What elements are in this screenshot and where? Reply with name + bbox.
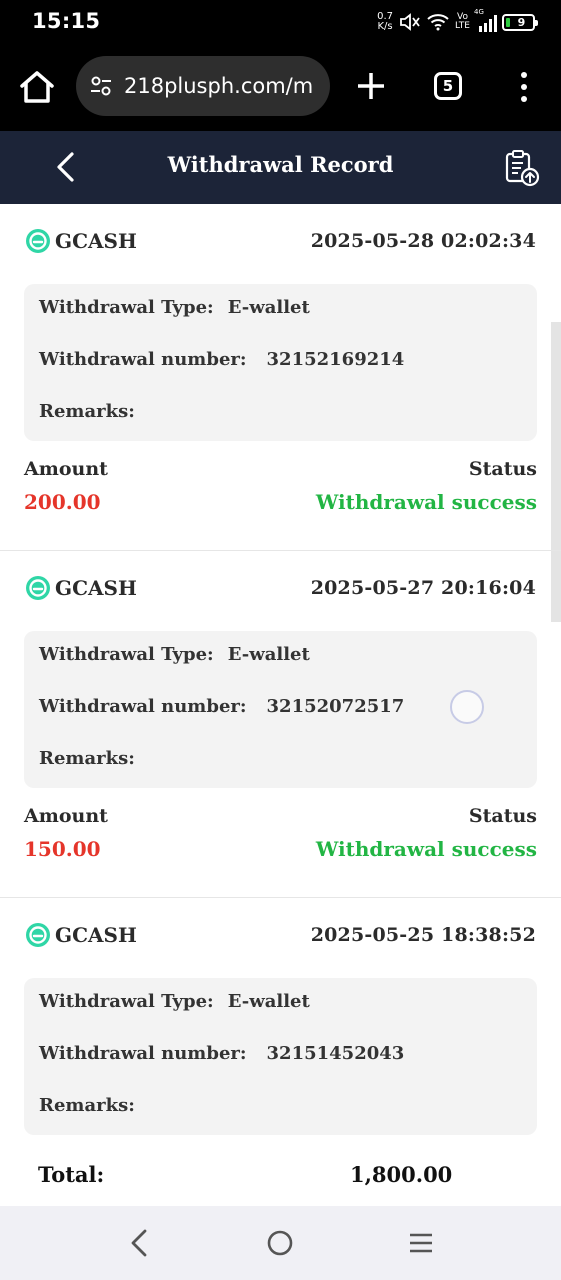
status-value: Withdrawal success <box>315 490 537 514</box>
mute-icon <box>400 13 420 31</box>
withdrawal-number-value: 32152169214 <box>266 349 405 370</box>
new-tab-icon[interactable] <box>355 70 387 102</box>
status-time: 15:15 <box>32 9 101 33</box>
volte-indicator: Vo LTE <box>455 12 470 31</box>
record-date: 2025-05-28 02:02:34 <box>310 230 536 252</box>
withdrawal-number-label: Withdrawal number: <box>39 349 247 370</box>
withdrawal-type-value: E-wallet <box>227 297 310 318</box>
touch-indicator <box>450 690 484 724</box>
amount-value: 150.00 <box>24 837 101 861</box>
cell-signal: 4G <box>474 8 497 32</box>
nav-home-icon[interactable] <box>266 1229 294 1257</box>
nav-recents-icon[interactable] <box>408 1231 434 1255</box>
clipboard-upload-icon[interactable] <box>501 148 541 188</box>
gcash-icon <box>26 576 50 600</box>
amount-value: 200.00 <box>24 490 101 514</box>
tab-switcher-button[interactable]: 5 <box>434 72 462 100</box>
app-header: Withdrawal Record <box>0 131 561 204</box>
remarks-label: Remarks: <box>39 748 135 769</box>
record-details: Withdrawal Type: E-wallet Withdrawal numb… <box>24 284 537 441</box>
signal-icon <box>479 15 497 32</box>
total-label: Total: <box>38 1162 105 1187</box>
amount-label: Amount <box>24 805 108 827</box>
payment-method-name: GCASH <box>55 923 137 947</box>
total-value: 1,800.00 <box>350 1162 453 1187</box>
system-nav-bar <box>0 1206 561 1280</box>
network-speed: 0.7 K/s <box>377 11 394 32</box>
withdrawal-type-label: Withdrawal Type: <box>39 297 214 318</box>
nav-back-icon[interactable] <box>128 1228 152 1258</box>
withdrawal-number-label: Withdrawal number: <box>39 1043 247 1064</box>
remarks-label: Remarks: <box>39 401 135 422</box>
status-value: Withdrawal success <box>315 837 537 861</box>
total-bar: Total: 1,800.00 <box>0 1154 561 1206</box>
status-label: Status <box>468 458 537 480</box>
site-settings-icon[interactable] <box>88 73 114 99</box>
status-icons: 0.7 K/s Vo LTE 4G 9 <box>377 8 538 36</box>
withdrawal-number-label: Withdrawal number: <box>39 696 247 717</box>
payment-method: GCASH <box>25 575 137 601</box>
payment-method-name: GCASH <box>55 576 137 600</box>
withdrawal-record: GCASH 2025-05-28 02:02:34 Withdrawal Typ… <box>0 204 561 551</box>
withdrawal-list[interactable]: GCASH 2025-05-28 02:02:34 Withdrawal Typ… <box>0 204 561 1206</box>
payment-method: GCASH <box>25 228 137 254</box>
gcash-icon <box>26 229 50 253</box>
gcash-icon <box>26 923 50 947</box>
payment-method-name: GCASH <box>55 229 137 253</box>
withdrawal-type-value: E-wallet <box>227 644 310 665</box>
withdrawal-type-label: Withdrawal Type: <box>39 644 214 665</box>
browser-toolbar: 218plusph.com/m 5 <box>0 44 561 131</box>
status-label: Status <box>468 805 537 827</box>
more-options-icon[interactable] <box>512 70 536 104</box>
home-icon[interactable] <box>18 68 56 106</box>
withdrawal-record: GCASH 2025-05-27 20:16:04 Withdrawal Typ… <box>0 551 561 898</box>
record-date: 2025-05-25 18:38:52 <box>310 924 536 946</box>
withdrawal-number-value: 32151452043 <box>266 1043 405 1064</box>
payment-method: GCASH <box>25 922 137 948</box>
wifi-icon <box>427 14 449 31</box>
address-bar[interactable]: 218plusph.com/m <box>76 56 330 116</box>
withdrawal-type-value: E-wallet <box>227 991 310 1012</box>
remarks-label: Remarks: <box>39 1095 135 1116</box>
record-details: Withdrawal Type: E-wallet Withdrawal numb… <box>24 978 537 1135</box>
withdrawal-number-value: 32152072517 <box>266 696 405 717</box>
withdrawal-type-label: Withdrawal Type: <box>39 991 214 1012</box>
system-status-bar: 15:15 0.7 K/s Vo LTE 4G 9 <box>0 0 561 44</box>
page-title: Withdrawal Record <box>167 152 394 177</box>
battery-indicator: 9 <box>502 13 538 31</box>
record-date: 2025-05-27 20:16:04 <box>310 577 536 599</box>
url-text: 218plusph.com/m <box>124 74 314 98</box>
amount-label: Amount <box>24 458 108 480</box>
